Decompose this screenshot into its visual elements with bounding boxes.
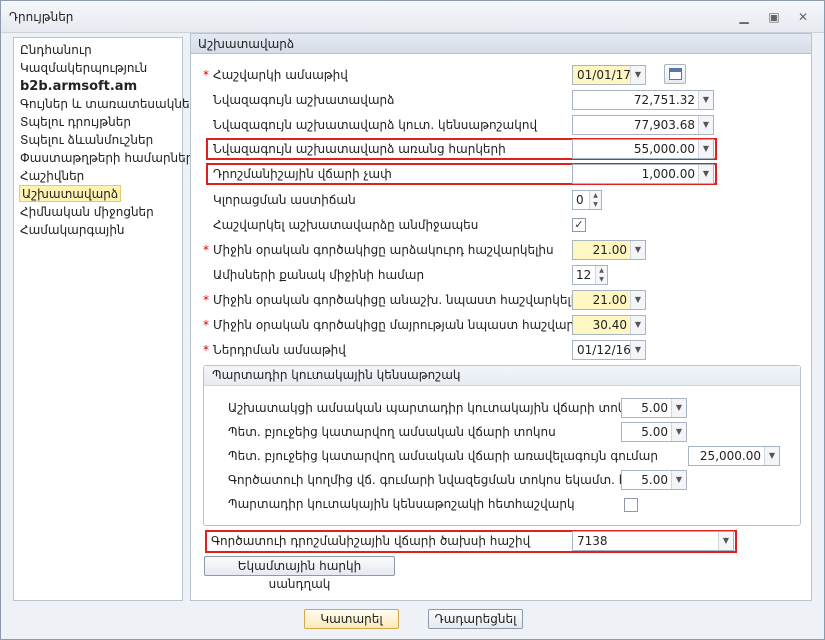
chevron-down-icon[interactable]: ▼ <box>671 399 686 417</box>
nav-item-organization[interactable]: Կազմակերպություն <box>20 60 147 77</box>
months-for-avg-label: Ամիսների քանակ միջինի համար <box>213 268 425 282</box>
nav-item-print-settings[interactable]: Տպելու դրույթներ <box>20 114 131 131</box>
title-bar: Դրույթներ ▁ ▣ ✕ <box>1 1 824 33</box>
min-salary-label: Նվազագույն աշխատավարձ <box>213 93 395 107</box>
rounding-label: Կլորացման աստիճան <box>213 193 356 207</box>
chevron-down-icon[interactable]: ▼ <box>718 532 733 550</box>
cancel-button[interactable]: Դադարեցնել <box>428 609 523 629</box>
chevron-down-icon[interactable]: ▼ <box>596 275 607 284</box>
nav-item-fixed-assets[interactable]: Հիմնական միջոցներ <box>20 204 154 221</box>
state-rate-field[interactable]: 5.00 ▼ <box>621 422 687 442</box>
avg-days-vacation-label: * Միջին օրական գործակիցը արձակուրդ հաշվար… <box>203 243 554 257</box>
nav-item-system[interactable]: Համակարգային <box>20 222 125 239</box>
nav-item-colors-fonts[interactable]: Գույներ և տառատեսակներ <box>20 96 197 113</box>
calendar-icon <box>669 68 682 80</box>
nav-item-general[interactable]: Ընդհանուր <box>20 42 92 59</box>
rounding-stepper[interactable]: 0 ▲ ▼ <box>572 190 602 210</box>
avg-days-maternity-field[interactable]: 30.40 ▼ <box>572 315 646 335</box>
hold-pension-checkbox[interactable] <box>624 498 638 512</box>
chevron-down-icon[interactable]: ▼ <box>698 116 713 134</box>
salary-panel: Աշխատավարձ * Հաշվարկի ամսաթիվ 01/01/17 ▼ … <box>190 33 812 601</box>
settings-window: Դրույթներ ▁ ▣ ✕ Ընդհանուր Կազմակերպությո… <box>0 0 825 640</box>
pension-group-title: Պարտադիր կուտակային կենսաթոշակ <box>204 366 800 386</box>
avg-days-disability-field[interactable]: 21.00 ▼ <box>572 290 646 310</box>
calc-immediately-checkbox[interactable]: ✓ <box>572 218 586 232</box>
chevron-down-icon[interactable]: ▼ <box>630 291 645 309</box>
window-title: Դրույթներ <box>9 10 74 24</box>
employee-rate-label: Աշխատակցի ամսական պարտադիր կուտակային վճ… <box>228 401 641 415</box>
required-marker: * <box>203 293 209 307</box>
employer-account-field[interactable]: 7138 ▼ <box>572 531 734 551</box>
chevron-down-icon[interactable]: ▼ <box>590 200 601 209</box>
employer-rate-field[interactable]: 5.00 ▼ <box>621 470 687 490</box>
chevron-down-icon[interactable]: ▼ <box>630 241 645 259</box>
nav-item-accounts[interactable]: Հաշիվներ <box>20 168 84 185</box>
panel-header: Աշխատավարձ <box>191 34 811 54</box>
chevron-down-icon[interactable]: ▼ <box>764 447 779 465</box>
implementation-date-label: * Ներդրման ամսաթիվ <box>203 343 346 357</box>
settings-nav: Ընդհանուր Կազմակերպություն b2b.armsoft.a… <box>13 37 197 601</box>
chevron-down-icon[interactable]: ▼ <box>671 471 686 489</box>
check-icon: ✓ <box>574 218 584 231</box>
chevron-down-icon[interactable]: ▼ <box>630 341 645 359</box>
calc-immediately-label: Հաշվարկել աշխատավարձը անմիջապես <box>213 218 479 232</box>
hold-pension-label: Պարտադիր կուտակային կենսաթոշակի հետհաշվա… <box>228 497 575 511</box>
required-marker: * <box>203 318 209 332</box>
maximize-icon[interactable]: ▣ <box>765 9 783 25</box>
employer-rate-label: Գործատուի կողմից վճ. գումարի նվազեցման տ… <box>228 473 669 487</box>
min-salary-no-tax-label: Նվազագույն աշխատավարձ առանց հարկերի <box>213 142 506 156</box>
months-for-avg-stepper[interactable]: 12 ▲ ▼ <box>572 265 608 285</box>
ok-button[interactable]: Կատարել <box>304 609 399 629</box>
min-salary-accum-field[interactable]: 77,903.68 ▼ <box>572 115 714 135</box>
nav-item-print-templates[interactable]: Տպելու ձևանմուշներ <box>20 132 153 149</box>
panel-title: Աշխատավարձ <box>198 37 295 51</box>
minimize-icon[interactable]: ▁ <box>735 9 753 25</box>
stamp-fee-size-field[interactable]: 1,000.00 ▼ <box>572 164 714 184</box>
calc-date-label: * Հաշվարկի ամսաթիվ <box>203 68 348 82</box>
calc-date-field[interactable]: 01/01/17 ▼ <box>572 65 646 85</box>
avg-days-disability-label: * Միջին օրական գործակիցը անաշխ. նպաստ հաշ… <box>203 293 586 307</box>
avg-days-maternity-label: * Միջին օրական գործակիցը մայրության նպաստ… <box>203 318 608 332</box>
state-max-label: Պետ. բյուջեից կատարվող ամսական վճարի առա… <box>228 449 658 463</box>
pension-group: Պարտադիր կուտակային կենսաթոշակ Աշխատակցի… <box>203 365 801 526</box>
min-salary-field[interactable]: 72,751.32 ▼ <box>572 90 714 110</box>
chevron-up-icon[interactable]: ▲ <box>590 191 601 200</box>
chevron-down-icon[interactable]: ▼ <box>630 316 645 334</box>
close-icon[interactable]: ✕ <box>794 9 812 25</box>
chevron-down-icon[interactable]: ▼ <box>698 140 713 158</box>
state-rate-label: Պետ. բյուջեից կատարվող ամսական վճարի տոկ… <box>228 425 556 439</box>
income-tax-scale-button[interactable]: Եկամտային հարկի սանդղակ <box>204 556 395 591</box>
min-salary-accum-label: Նվազագույն աշխատավարձ կուտ. կենսաթոշակով <box>213 118 538 132</box>
chevron-down-icon[interactable]: ▼ <box>698 165 713 183</box>
stamp-fee-size-label: Դրոշմանիշային վճարի չափ <box>213 167 392 181</box>
chevron-down-icon[interactable]: ▼ <box>698 91 713 109</box>
calendar-button[interactable] <box>664 64 686 84</box>
required-marker: * <box>203 68 209 82</box>
nav-item-salary[interactable]: Աշխատավարձ <box>19 185 122 202</box>
min-salary-no-tax-field[interactable]: 55,000.00 ▼ <box>572 139 714 159</box>
chevron-down-icon[interactable]: ▼ <box>671 423 686 441</box>
chevron-up-icon[interactable]: ▲ <box>596 266 607 275</box>
chevron-down-icon[interactable]: ▼ <box>630 66 645 84</box>
required-marker: * <box>203 243 209 257</box>
employee-rate-field[interactable]: 5.00 ▼ <box>621 398 687 418</box>
nav-item-document-numbers[interactable]: Փաստաթղթերի համարներ <box>20 150 193 167</box>
avg-days-vacation-field[interactable]: 21.00 ▼ <box>572 240 646 260</box>
employer-account-label: Գործատուի դրոշմանիշային վճարի ծախսի հաշի… <box>211 534 531 548</box>
implementation-date-field[interactable]: 01/12/16 ▼ <box>572 340 646 360</box>
required-marker: * <box>203 343 209 357</box>
nav-item-b2b[interactable]: b2b.armsoft.am <box>20 78 137 95</box>
state-max-field[interactable]: 25,000.00 ▼ <box>688 446 780 466</box>
